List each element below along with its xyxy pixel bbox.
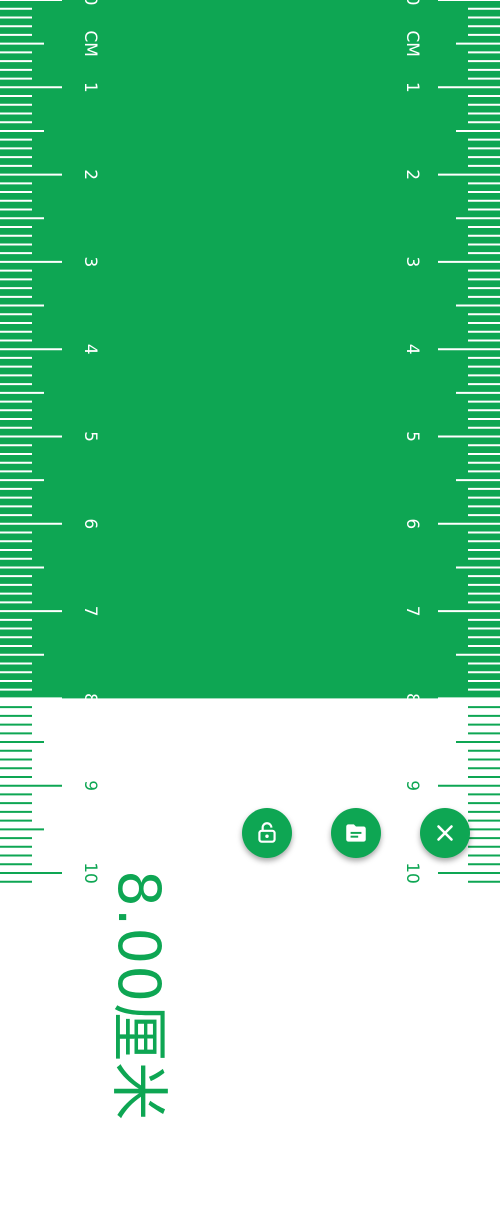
measurement-readout: 8.00厘米 xyxy=(105,870,173,1122)
file-list-button[interactable] xyxy=(331,808,381,858)
unit-label-right: CM xyxy=(402,30,422,57)
measured-fill[interactable] xyxy=(0,0,500,699)
lock-button[interactable] xyxy=(242,808,292,858)
ruler-number-left: 5 xyxy=(80,431,100,442)
ruler-number-left: 3 xyxy=(80,256,100,267)
ruler-number-left: 8 xyxy=(80,693,100,704)
ruler-number-left: 10 xyxy=(80,862,100,884)
ruler[interactable]: 0 0 1 1 2 2 3 3 4 4 5 5 6 6 7 7 8 8 9 9 10 10 CM CM xyxy=(0,0,500,888)
lock-icon xyxy=(258,822,276,843)
ruler-number-right: 10 xyxy=(402,862,422,884)
file-list-icon xyxy=(346,824,366,842)
ruler-number-right: 5 xyxy=(402,431,422,442)
ruler-number-right: 0 xyxy=(402,0,422,5)
ruler-number-right: 8 xyxy=(402,693,422,704)
ruler-number-left: 0 xyxy=(80,0,100,5)
ruler-number-right: 6 xyxy=(402,518,422,529)
ruler-number-right: 9 xyxy=(402,780,422,791)
ruler-number-left: 4 xyxy=(80,344,100,355)
ruler-number-right: 3 xyxy=(402,256,422,267)
ruler-number-left: 9 xyxy=(80,780,100,791)
close-icon xyxy=(437,825,453,841)
ruler-number-left: 6 xyxy=(80,518,100,529)
unit-label-left: CM xyxy=(80,30,100,57)
ruler-number-left: 7 xyxy=(80,606,100,617)
ruler-number-right: 1 xyxy=(402,82,422,93)
ruler-number-right: 7 xyxy=(402,606,422,617)
ruler-number-right: 2 xyxy=(402,169,422,180)
close-button[interactable] xyxy=(420,808,470,858)
ruler-number-left: 1 xyxy=(80,82,100,93)
ruler-number-left: 2 xyxy=(80,169,100,180)
ruler-number-right: 4 xyxy=(402,344,422,355)
